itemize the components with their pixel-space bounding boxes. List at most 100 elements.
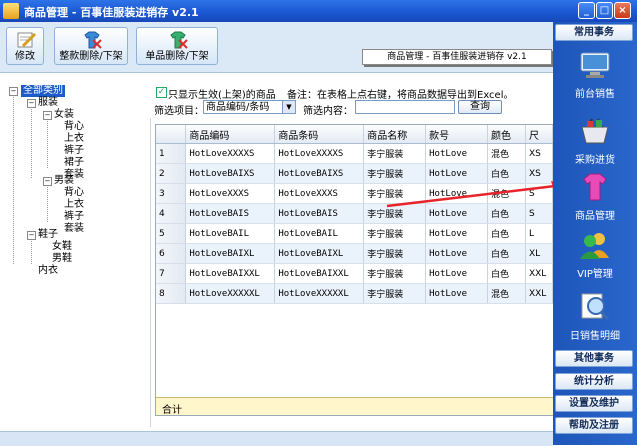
tree-node-women-item[interactable]: 裙子 [64, 157, 84, 169]
column-header[interactable]: 款号 [425, 125, 489, 144]
active-only-checkbox[interactable]: ✓ [156, 87, 167, 98]
nav-common-tasks[interactable]: 常用事务 [555, 24, 633, 41]
table-cell[interactable]: XXL [525, 263, 553, 284]
tree-node-women-item[interactable]: 裤子 [64, 145, 84, 157]
column-header[interactable]: 商品名称 [363, 125, 427, 144]
table-cell[interactable]: HotLoveBAIL [274, 223, 365, 244]
tree-node-men-item[interactable]: 背心 [64, 187, 84, 199]
nav-help[interactable]: 帮助及注册 [555, 417, 633, 434]
tree-node-men[interactable]: 男装 [54, 175, 74, 187]
row-number[interactable]: 3 [156, 183, 187, 204]
row-number[interactable]: 2 [156, 163, 187, 184]
tree-node-men-item[interactable]: 上衣 [64, 199, 84, 211]
nav-item-products[interactable]: 商品管理 [559, 172, 631, 222]
filter-item-select[interactable]: 商品编码/条码 ▼ [203, 100, 296, 114]
table-row[interactable]: 5 HotLoveBAIL HotLoveBAIL 李宁服装 HotLove 白色 L [156, 223, 553, 244]
table-cell[interactable]: HotLoveBAIXS [185, 163, 276, 184]
tree-node-shoes-item[interactable]: 女鞋 [52, 241, 72, 253]
table-row[interactable]: 1 HotLoveXXXXS HotLoveXXXXS 李宁服装 HotLove 混色 XS [156, 143, 553, 164]
table-cell[interactable]: HotLoveBAIXL [185, 243, 276, 264]
filter-content-input[interactable] [355, 100, 455, 114]
table-cell[interactable]: HotLoveBAIXXL [185, 263, 276, 284]
row-number[interactable]: 7 [156, 263, 187, 284]
column-header[interactable]: 商品条码 [274, 125, 365, 144]
nav-item-daily-sales[interactable]: 日销售明细 [559, 292, 631, 342]
column-header[interactable]: 尺 [525, 125, 553, 144]
table-cell[interactable]: HotLoveBAIS [185, 203, 276, 224]
table-cell[interactable]: 李宁服装 [363, 283, 427, 304]
tree-collapse-icon[interactable]: − [27, 99, 36, 108]
tree-collapse-icon[interactable]: − [9, 87, 18, 96]
table-cell[interactable]: 李宁服装 [363, 243, 427, 264]
table-cell[interactable]: 李宁服装 [363, 223, 427, 244]
table-cell[interactable]: HotLoveXXXXXL [185, 283, 276, 304]
nav-other-tasks[interactable]: 其他事务 [555, 350, 633, 367]
table-cell[interactable]: HotLoveBAIXXL [274, 263, 365, 284]
row-number[interactable]: 6 [156, 243, 187, 264]
tree-node-women[interactable]: 女装 [54, 109, 74, 121]
tree-collapse-icon[interactable]: − [27, 231, 36, 240]
table-cell[interactable]: 白色 [487, 223, 526, 244]
search-button[interactable]: 查询 [458, 100, 502, 114]
table-cell[interactable]: HotLoveXXXXXL [274, 283, 365, 304]
table-cell[interactable]: 混色 [487, 283, 526, 304]
table-cell[interactable]: HotLoveBAIXL [274, 243, 365, 264]
batch-delete-button[interactable]: 整款删除/下架 [54, 27, 128, 65]
product-grid[interactable]: 商品编码 商品条码 商品名称 款号 颜色尺 1 HotLoveXXXXS HotLoveXX… [155, 124, 554, 416]
tree-node-underwear[interactable]: 内衣 [38, 265, 58, 277]
table-row[interactable]: 7 HotLoveBAIXXL HotLoveBAIXXL 李宁服装 HotLove 白色… [156, 263, 553, 284]
tree-node-clothing[interactable]: 服装 [38, 97, 58, 109]
tree-node-shoes-item[interactable]: 男鞋 [52, 253, 72, 265]
tree-node-all[interactable]: 全部类别 [21, 85, 65, 97]
minimize-button[interactable]: _ [578, 2, 595, 19]
table-cell[interactable]: 李宁服装 [363, 263, 427, 284]
nav-item-vip[interactable]: VIP管理 [559, 230, 631, 280]
column-header[interactable]: 颜色 [487, 125, 526, 144]
tree-node-men-item[interactable]: 裤子 [64, 211, 84, 223]
table-cell[interactable]: HotLoveXXXXS [274, 143, 365, 164]
title-bar[interactable]: 商品管理 - 百事佳服装进销存 v2.1 _ □ × [0, 0, 637, 22]
table-cell[interactable]: HotLove [425, 243, 489, 264]
row-number[interactable]: 5 [156, 223, 187, 244]
tree-collapse-icon[interactable]: − [43, 111, 52, 120]
tree-node-women-item[interactable]: 上衣 [64, 133, 84, 145]
table-cell[interactable]: HotLoveXXXS [185, 183, 276, 204]
edit-button[interactable]: 修改 [6, 27, 44, 65]
table-row[interactable]: 6 HotLoveBAIXL HotLoveBAIXL 李宁服装 HotLove 白色 XL [156, 243, 553, 264]
table-cell[interactable]: XL [525, 243, 553, 264]
nav-settings[interactable]: 设置及维护 [555, 395, 633, 412]
tree-node-shoes[interactable]: 鞋子 [38, 229, 58, 241]
table-cell[interactable]: HotLoveBAIS [274, 203, 365, 224]
table-cell[interactable]: 混色 [487, 143, 526, 164]
row-number[interactable]: 1 [156, 143, 187, 164]
table-cell[interactable]: HotLove [425, 263, 489, 284]
table-cell[interactable]: L [525, 223, 553, 244]
category-tree[interactable]: − 全部类别 − 服装 − 女装 背心 上衣 裤子 裙子 套装 − 男装 背心 … [0, 82, 151, 427]
table-cell[interactable]: HotLoveBAIXS [274, 163, 365, 184]
single-delete-button[interactable]: 单品删除/下架 [136, 27, 218, 65]
tree-node-men-item[interactable]: 套装 [64, 223, 84, 235]
column-header[interactable] [156, 125, 187, 144]
nav-item-pos[interactable]: 前台销售 [559, 50, 631, 100]
column-header[interactable]: 商品编码 [185, 125, 276, 144]
table-cell[interactable]: HotLove [425, 223, 489, 244]
table-cell[interactable]: 李宁服装 [363, 143, 427, 164]
nav-statistics[interactable]: 统计分析 [555, 373, 633, 390]
table-cell[interactable]: 白色 [487, 243, 526, 264]
row-number[interactable]: 8 [156, 283, 187, 304]
tree-collapse-icon[interactable]: − [43, 177, 52, 186]
tree-node-women-item[interactable]: 背心 [64, 121, 84, 133]
table-cell[interactable]: HotLove [425, 143, 489, 164]
table-cell[interactable]: XXL [525, 283, 553, 304]
close-button[interactable]: × [614, 2, 631, 19]
table-cell[interactable]: XS [525, 143, 553, 164]
table-cell[interactable]: HotLoveXXXS [274, 183, 365, 204]
table-cell[interactable]: HotLoveBAIL [185, 223, 276, 244]
chevron-down-icon[interactable]: ▼ [282, 101, 295, 113]
maximize-button[interactable]: □ [596, 2, 613, 19]
nav-item-purchase[interactable]: 采购进货 [559, 116, 631, 166]
row-number[interactable]: 4 [156, 203, 187, 224]
table-cell[interactable]: HotLove [425, 283, 489, 304]
table-cell[interactable]: 白色 [487, 263, 526, 284]
table-row[interactable]: 8 HotLoveXXXXXL HotLoveXXXXXL 李宁服装 HotLove 混色… [156, 283, 553, 304]
